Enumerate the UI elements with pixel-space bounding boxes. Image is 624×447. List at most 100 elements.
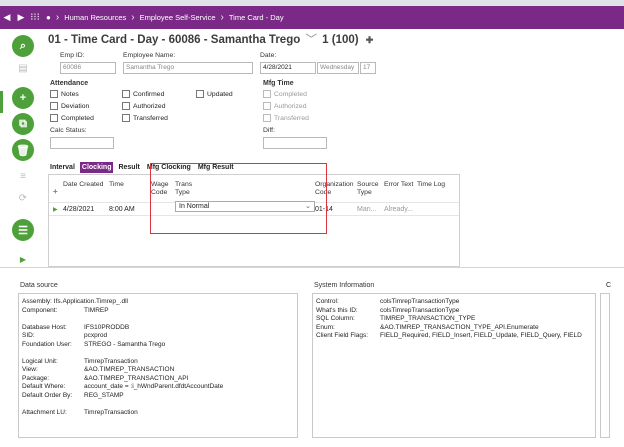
- notes-label: Notes: [61, 90, 79, 98]
- forward-arrow-icon[interactable]: ▶: [14, 12, 28, 23]
- data-source-title: Data source: [20, 282, 58, 289]
- data-source-panel: Assembly: Ifs.Application.Timrep_.dll Com…: [18, 293, 298, 438]
- completed-checkbox[interactable]: Completed: [50, 114, 94, 122]
- week-number-field: 17: [360, 62, 376, 74]
- system-info-line: Control: colsTimrepTransactionType: [316, 298, 459, 307]
- updated-label: Updated: [207, 90, 233, 98]
- duplicate-icon[interactable]: ⧉: [12, 113, 34, 135]
- data-source-line: [22, 349, 84, 358]
- data-source-line: Component: TIMREP: [22, 307, 109, 316]
- data-source-key: Foundation User:: [22, 340, 72, 348]
- data-source-value: REG_STAMP: [84, 391, 124, 399]
- left-toolbar: ⌕ ▤ + ⧉ 🗑 ≡ ⟳ ☰ ▶: [0, 29, 40, 267]
- breadcrumb-employee-self-service[interactable]: Employee Self-Service: [140, 13, 216, 22]
- date-field[interactable]: 4/28/2021: [260, 62, 316, 74]
- breadcrumb-human-resources[interactable]: Human Resources: [64, 13, 126, 22]
- data-source-line: Default Where: account_date = :i_hWndPare…: [22, 383, 223, 392]
- data-source-key: Attachment LU:: [22, 408, 67, 416]
- data-source-value: account_date = :i_hWndParent.dfdtAccount…: [84, 383, 224, 390]
- third-panel: [600, 293, 610, 438]
- data-source-line: Database Host: IFS10PRODDB: [22, 324, 129, 333]
- system-info-value: TIMREP_TRANSACTION_TYPE: [380, 315, 476, 322]
- authorized-checkbox[interactable]: Authorized: [122, 102, 166, 110]
- attendance-group-title: Attendance: [50, 80, 89, 87]
- data-source-line: [22, 400, 84, 409]
- menu-icon[interactable]: ≡: [16, 171, 30, 183]
- system-info-line: Enum: &AO.TIMREP_TRANSACTION_TYPE_API.Enu…: [316, 324, 539, 333]
- column-header-time-log[interactable]: Time Log: [417, 181, 445, 189]
- cell-source-type[interactable]: Man...: [357, 206, 376, 213]
- data-source-key: Logical Unit:: [22, 357, 58, 365]
- app-grid-icon[interactable]: ⁝⁝⁝: [28, 12, 42, 23]
- tab-result[interactable]: Result: [116, 162, 141, 173]
- data-source-line: Assembly: Ifs.Application.Timrep_.dll: [22, 298, 128, 307]
- breadcrumb-separator-icon: ›: [220, 12, 224, 23]
- mfg-authorized-checkbox[interactable]: Authorized: [263, 102, 307, 110]
- refresh-icon[interactable]: ⟳: [16, 193, 30, 205]
- expand-icon[interactable]: ▶: [16, 255, 30, 267]
- completed-label: Completed: [61, 114, 94, 122]
- add-icon[interactable]: +: [12, 87, 34, 109]
- system-info-line: SQL Column: TIMREP_TRANSACTION_TYPE: [316, 315, 475, 324]
- deviation-checkbox[interactable]: Deviation: [50, 102, 89, 110]
- data-source-line: [22, 315, 84, 324]
- column-header-error-text[interactable]: Error Text: [384, 181, 413, 189]
- column-header-source-type[interactable]: Source Type: [357, 181, 381, 197]
- data-source-line: Package: &AO.TIMREP_TRANSACTION_API: [22, 375, 188, 384]
- cell-date-created[interactable]: 4/28/2021: [63, 206, 94, 213]
- data-source-value: TIMREP: [84, 306, 109, 314]
- breadcrumb-separator-icon: ›: [55, 12, 60, 23]
- calc-status-label: Calc Status:: [50, 127, 87, 134]
- updated-checkbox[interactable]: Updated: [196, 90, 233, 98]
- system-information-title: System Information: [314, 282, 375, 289]
- main-content: 01 - Time Card - Day - 60086 - Samantha …: [44, 29, 624, 267]
- notes-checkbox[interactable]: Notes: [50, 90, 79, 98]
- employee-name-field: Samantha Trego: [123, 62, 253, 74]
- active-indicator: [0, 91, 3, 113]
- data-source-value: pcxprod: [84, 332, 108, 339]
- column-header-time[interactable]: Time: [109, 181, 124, 189]
- date-label: Date:: [260, 52, 277, 59]
- mfg-completed-checkbox[interactable]: Completed: [263, 90, 307, 98]
- system-info-line: Client Field Flags: FIELD_Required, FIELD…: [316, 332, 582, 341]
- mfg-transferred-checkbox[interactable]: Transferred: [263, 114, 309, 122]
- system-info-key: Client Field Flags:: [316, 332, 369, 339]
- third-panel-title: C: [606, 282, 612, 289]
- record-dropdown-icon[interactable]: ﹀: [303, 34, 319, 46]
- list-view-icon[interactable]: ▤: [16, 63, 30, 75]
- system-info-value: &AO.TIMREP_TRANSACTION_TYPE_API.Enumerat…: [380, 323, 539, 331]
- top-navigation-bar: ◀ ▶ ⁝⁝⁝ ● › Human Resources › Employee S…: [0, 6, 624, 29]
- data-source-value: STREGO - Samantha Trego: [84, 340, 166, 348]
- calc-status-field: [50, 137, 114, 149]
- notes-icon[interactable]: ☰: [12, 219, 34, 241]
- back-arrow-icon[interactable]: ◀: [0, 12, 14, 23]
- transferred-checkbox[interactable]: Transferred: [122, 114, 168, 122]
- delete-icon[interactable]: 🗑: [12, 139, 34, 161]
- breadcrumb-time-card-day[interactable]: Time Card - Day: [229, 13, 284, 22]
- search-icon[interactable]: ⌕: [12, 35, 34, 57]
- cell-error-text[interactable]: Already...: [384, 206, 413, 213]
- mfg-transferred-label: Transferred: [274, 114, 309, 122]
- data-source-value: &AO.TIMREP_TRANSACTION_API: [84, 374, 189, 382]
- column-header-date-created[interactable]: Date Created: [63, 181, 103, 189]
- system-info-key: What's this ID:: [316, 306, 358, 314]
- data-source-key: Default Where:: [22, 383, 66, 390]
- tab-clocking[interactable]: Clocking: [79, 162, 114, 173]
- authorized-label: Authorized: [133, 102, 166, 110]
- data-source-key: View:: [22, 366, 38, 373]
- page-title: 01 - Time Card - Day - 60086 - Samantha …: [48, 31, 373, 47]
- add-row-icon[interactable]: +: [53, 187, 58, 196]
- confirmed-checkbox[interactable]: Confirmed: [122, 90, 164, 98]
- data-source-line: Logical Unit: TimrepTransaction: [22, 358, 138, 367]
- data-source-value: IFS10PRODDB: [84, 323, 130, 331]
- cell-time[interactable]: 8:00 AM: [109, 206, 135, 213]
- system-info-value: colsTimrepTransactionType: [380, 298, 460, 305]
- data-source-key: Default Order By:: [22, 391, 73, 399]
- data-source-key: SID:: [22, 332, 35, 339]
- system-info-key: SQL Column:: [316, 315, 355, 322]
- pin-icon[interactable]: ✚: [362, 35, 374, 45]
- home-icon[interactable]: ●: [42, 13, 51, 22]
- system-info-key: Control:: [316, 298, 339, 305]
- confirmed-label: Confirmed: [133, 90, 165, 98]
- tab-interval[interactable]: Interval: [48, 162, 77, 173]
